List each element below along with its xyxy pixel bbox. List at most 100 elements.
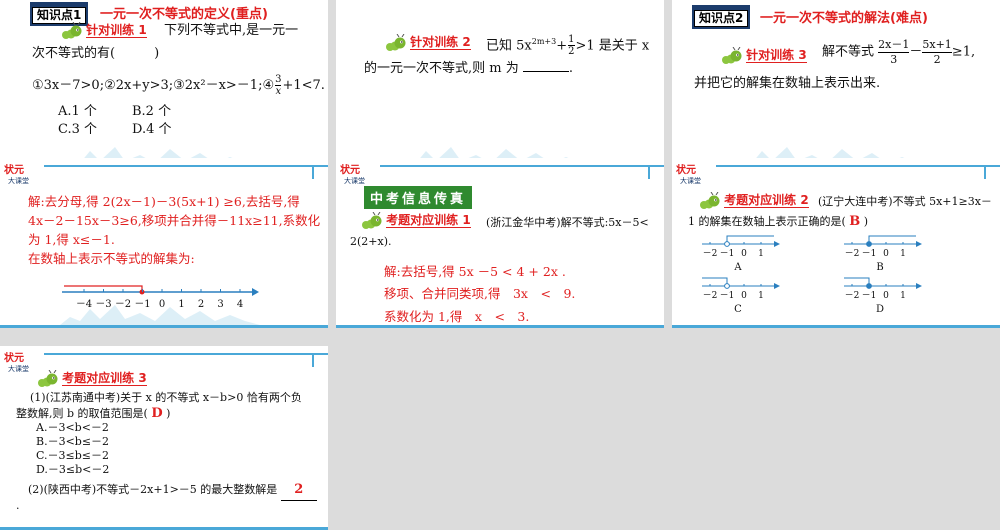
- fraction: 12: [568, 34, 575, 58]
- kp-label: 知识点2: [694, 10, 749, 27]
- solution-line-2: 4x－2－15x－3≥6,移项并合并得－11x≥11,系数化: [28, 213, 321, 228]
- knowledge-point-tag: 知识点2: [692, 5, 751, 29]
- tick-label: －1: [862, 291, 877, 301]
- training-title: 考题对应训练 3: [62, 371, 147, 386]
- closed-endpoint: [866, 241, 872, 247]
- training-title: 针对训练 3: [746, 48, 807, 63]
- choice-b: B.2 个: [132, 104, 172, 119]
- q-end: .: [568, 61, 574, 76]
- open-endpoint: [724, 241, 730, 247]
- q2-answer: 2: [280, 480, 317, 501]
- q1-answer: D: [151, 406, 163, 421]
- range-indicator: [868, 235, 916, 244]
- training-heading: 针对训练 2: [386, 32, 471, 53]
- question-line-2: 1 的解集在数轴上表示正确的是( B ): [688, 212, 868, 232]
- options-text: ①3x－7>0;②2x+y>3;③2x²－x>－1;④: [32, 78, 275, 93]
- training-title: 考题对应训练 2: [724, 193, 809, 208]
- q1-option-c: C.－3≤b≤－2: [36, 449, 109, 462]
- footer-line: [336, 325, 664, 328]
- answer-choice: B: [849, 214, 861, 229]
- brand-logo: [4, 351, 29, 372]
- option-number-line-a[interactable]: －2 －1 0 1 A: [702, 235, 780, 273]
- q1-option-b: B.－3<b≤－2: [36, 435, 110, 448]
- axis-arrow: [916, 283, 922, 289]
- fraction-numerator: 1: [568, 34, 575, 47]
- question-line-1: 下列不等式中,是一元一: [164, 23, 299, 38]
- training-title: 针对训练 1: [86, 23, 147, 38]
- training-heading: 考题对应训练 1: [362, 210, 471, 231]
- exam-info-banner: 中考信息传真: [364, 186, 473, 209]
- caterpillar-icon: [386, 33, 406, 51]
- training-heading: 考题对应训练 2: [700, 190, 809, 211]
- tick-label: 1: [758, 249, 764, 259]
- header-line: [44, 353, 328, 355]
- tick-label: 1: [900, 291, 906, 301]
- option-label: A: [733, 262, 742, 273]
- tick-label: 0: [883, 291, 889, 301]
- q1-line-2-text: 整数解,则 b 的取值范围是(: [16, 407, 148, 420]
- fraction-1: 2x－1 3: [878, 38, 910, 67]
- panel-knowledge-2: 知识点2 一元一次不等式的解法(难点) 针对训练 3 解不等式 2x－1 3 － 5x…: [672, 0, 1000, 170]
- option-label: B: [876, 262, 883, 273]
- axis-arrow: [774, 283, 780, 289]
- kp-title: 一元一次不等式的解法(难点): [760, 11, 928, 26]
- answer-line-2: 移项、合并同类项,得 3x < 9.: [384, 286, 576, 301]
- question-line-1: (浙江金华中考)解不等式:5x－5<: [486, 216, 649, 229]
- tick-label: －2: [845, 249, 860, 259]
- option-number-line-d[interactable]: －2 －1 0 1 D: [844, 277, 922, 314]
- fraction-denominator: 2: [568, 46, 575, 58]
- fraction-2: 5x+1 2: [922, 38, 952, 67]
- options-line: ①3x－7>0;②2x+y>3;③2x²－x>－1;④ 3 x +1<7.: [32, 74, 325, 97]
- panel-exam-2: 考题对应训练 2 (辽宁大连中考)不等式 5x+1≥3x－ 1 的解集在数轴上表…: [672, 158, 1000, 328]
- option-label: C: [734, 304, 742, 314]
- tick-label: 0: [741, 291, 747, 301]
- brand-logo: [4, 163, 29, 184]
- question-line-1: 解不等式 2x－1 3 － 5x+1 2 ≥1,: [822, 38, 975, 67]
- option-number-line-b[interactable]: －2 －1 0 1 B: [844, 235, 922, 273]
- fraction-2-denominator: 2: [933, 53, 941, 66]
- tick-label: 1: [900, 249, 906, 259]
- q-minus: －: [909, 44, 923, 60]
- fraction: 3x: [275, 74, 282, 97]
- range-indicator: [726, 235, 774, 244]
- question-line-2: 2(2+x).: [350, 235, 392, 248]
- panel-training-2: 针对训练 2 已知 5x2m+3+ 1 2 >1 是关于 x 的一元一次不等式,则 m…: [336, 0, 664, 170]
- fraction-denominator: x: [275, 86, 282, 97]
- fraction-2-numerator: 5x+1: [922, 38, 952, 53]
- q-exponent: 2m+3: [531, 37, 557, 46]
- question-line-1: 已知 5x2m+3+ 1 2 >1 是关于 x: [486, 32, 649, 57]
- header-line: [380, 165, 664, 167]
- solution-line-1: 解:去分母,得 2(2x－1)－3(5x+1) ≥6,去括号,得: [28, 194, 300, 209]
- solution-line-3: 为 1,得 x≤－1.: [28, 232, 115, 247]
- panel-knowledge-1: 知识点1 一元一次不等式的定义(重点) 针对训练 1 下列不等式中,是一元一 次…: [0, 0, 328, 170]
- open-endpoint: [724, 283, 730, 289]
- q-suffix: >1 是关于 x: [575, 38, 650, 54]
- q1-option-a: A.－3<b<－2: [36, 421, 109, 434]
- caterpillar-icon: [722, 46, 742, 64]
- training-title: 针对训练 2: [410, 35, 471, 50]
- tick-label: 0: [883, 249, 889, 259]
- fraction-1-denominator: 3: [890, 53, 898, 66]
- brand-logo: [340, 163, 365, 184]
- answer-blank[interactable]: [522, 71, 569, 72]
- brand-logo: [676, 163, 701, 184]
- panel-solution-3: 解:去分母,得 2(2x－1)－3(5x+1) ≥6,去括号,得 4x－2－15…: [0, 158, 328, 328]
- solution-line-4: 在数轴上表示不等式的解集为:: [28, 251, 195, 266]
- q2-end: .: [16, 499, 20, 512]
- q-prefix: 已知 5x: [486, 38, 532, 54]
- axis-arrow: [252, 288, 259, 296]
- training-heading: 针对训练 1: [62, 20, 147, 41]
- q1-option-d: D.－3≤b<－2: [36, 463, 110, 476]
- range-indicator: [844, 277, 870, 286]
- header-line-end: [312, 353, 314, 367]
- training-title: 考题对应训练 1: [386, 213, 471, 228]
- answer-line-1: 解:去括号,得 5x －5 < 4 + 2x .: [384, 264, 566, 279]
- range-indicator: [702, 277, 728, 286]
- q-close: ): [863, 215, 869, 228]
- choice-c: C.3 个: [58, 122, 98, 137]
- axis-arrow: [774, 241, 780, 247]
- option-number-line-c[interactable]: －2 －1 0 1 C: [702, 277, 780, 314]
- axis-arrow: [916, 241, 922, 247]
- training-heading: 考题对应训练 3: [38, 368, 147, 389]
- tick-label: －1: [862, 249, 877, 259]
